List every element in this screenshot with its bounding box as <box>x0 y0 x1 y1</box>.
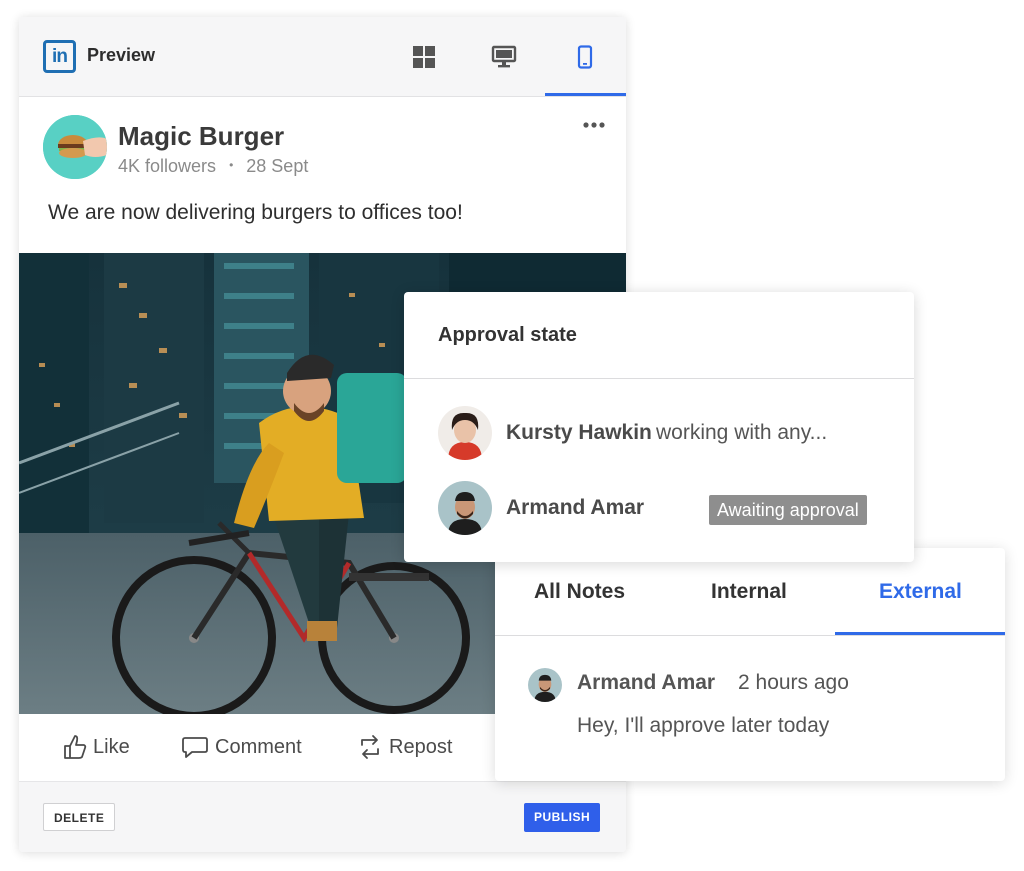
repost-icon <box>361 735 379 759</box>
publish-button[interactable]: PUBLISH <box>524 803 601 832</box>
comment-label: Comment <box>215 735 302 758</box>
post-meta: 4K followers • 28 Sept <box>118 156 308 177</box>
post-date: 28 Sept <box>246 156 309 176</box>
grid-view-button[interactable] <box>406 39 442 75</box>
mobile-icon <box>577 45 593 69</box>
linkedin-logo-icon: in <box>43 40 76 73</box>
tab-external[interactable]: External <box>879 580 962 604</box>
user-avatar-icon <box>438 481 492 535</box>
grid-icon <box>413 46 435 68</box>
comment-icon <box>182 737 208 758</box>
note-text: Hey, I'll approve later today <box>577 714 830 737</box>
approval-card: Approval state Kursty Hawkin working wit… <box>404 292 914 562</box>
note-author-name: Armand Amar <box>577 671 716 694</box>
approver-note: working with any... <box>656 421 828 444</box>
followers-count: 4K followers <box>118 156 217 176</box>
approver-name: Armand Amar <box>506 496 645 519</box>
brand-avatar[interactable] <box>43 115 107 179</box>
preview-title: Preview <box>87 45 156 65</box>
thumbs-up-icon <box>64 735 87 759</box>
post-text: We are now delivering burgers to offices… <box>48 201 463 224</box>
user-avatar-icon <box>528 668 562 702</box>
tab-all-notes[interactable]: All Notes <box>534 580 625 604</box>
more-horizontal-icon <box>583 122 605 128</box>
active-tab-indicator <box>835 632 1005 635</box>
repost-label: Repost <box>389 735 453 758</box>
mobile-view-button[interactable] <box>567 39 603 75</box>
approver-name: Kursty Hawkin <box>506 421 652 444</box>
active-view-indicator <box>545 93 626 96</box>
post-author-row: Magic Burger 4K followers • 28 Sept <box>43 115 603 181</box>
like-label: Like <box>93 735 130 758</box>
desktop-icon <box>491 45 517 68</box>
approver-avatar <box>438 406 492 460</box>
more-options-button[interactable] <box>579 115 609 135</box>
notes-card: All Notes Internal External Armand Amar … <box>495 548 1005 781</box>
burger-avatar-icon <box>43 115 107 179</box>
like-button[interactable]: Like <box>63 730 130 764</box>
repost-button[interactable]: Repost <box>357 730 452 764</box>
desktop-view-button[interactable] <box>486 39 522 75</box>
status-badge: Awaiting approval <box>709 495 867 525</box>
preview-footer: DELETE PUBLISH <box>19 781 626 852</box>
note-author-avatar <box>528 668 562 702</box>
delete-button[interactable]: DELETE <box>43 803 116 831</box>
post-author-name[interactable]: Magic Burger <box>118 121 284 152</box>
approver-row[interactable]: Armand Amar Awaiting approval <box>438 481 898 537</box>
approver-avatar <box>438 481 492 535</box>
user-avatar-icon <box>438 406 492 460</box>
comment-button[interactable]: Comment <box>181 730 302 764</box>
preview-header: in Preview <box>19 17 626 97</box>
approval-title: Approval state <box>438 324 577 346</box>
approval-divider <box>404 378 914 379</box>
meta-separator: • <box>229 158 234 172</box>
approver-row[interactable]: Kursty Hawkin working with any... <box>438 406 898 462</box>
tab-internal[interactable]: Internal <box>711 580 787 604</box>
note-timestamp: 2 hours ago <box>738 671 849 694</box>
